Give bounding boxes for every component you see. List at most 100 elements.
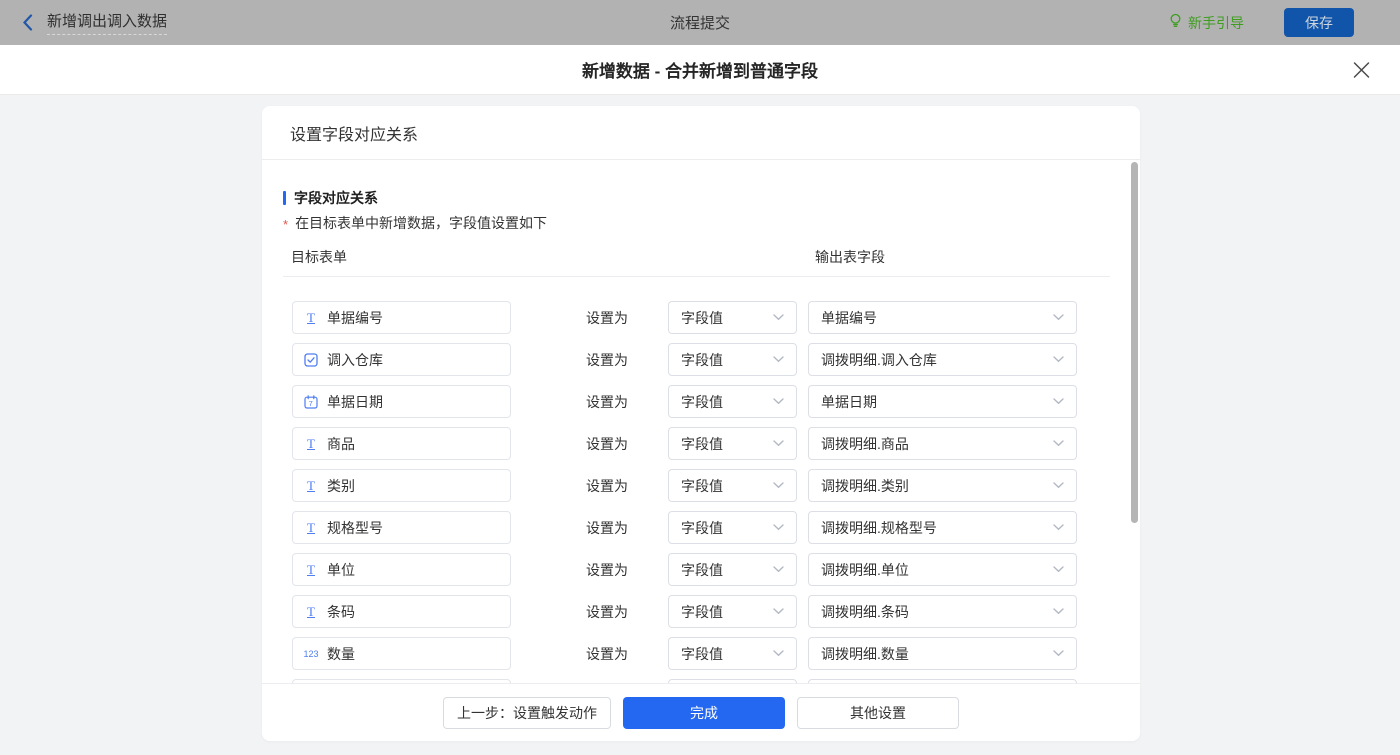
text-field-icon: T <box>303 478 319 494</box>
set-as-label: 设置为 <box>585 518 629 538</box>
section-title: 字段对应关系 <box>283 190 1140 206</box>
chevron-down-icon <box>773 650 784 657</box>
value-type-label: 字段值 <box>681 602 765 622</box>
chevron-down-icon <box>773 398 784 405</box>
value-type-label: 字段值 <box>681 476 765 496</box>
output-field-label: 调拨明细.条码 <box>821 602 1045 622</box>
value-type-select[interactable]: 字段值 <box>668 595 797 628</box>
field-mapping-row: T 7 123 商品 设置为 字段值 调拨明细.商品 <box>283 427 1140 460</box>
target-field-box[interactable]: T 7 123 单据编号 <box>292 301 511 334</box>
value-type-select[interactable]: 字段值 <box>668 343 797 376</box>
output-field-select[interactable]: 单据编号 <box>808 301 1077 334</box>
text-field-icon: T <box>303 520 319 536</box>
value-type-label: 字段值 <box>681 434 765 454</box>
header-divider <box>283 276 1110 277</box>
process-submit-label: 流程提交 <box>670 12 730 33</box>
close-icon[interactable] <box>1353 61 1370 78</box>
select-field-icon <box>303 353 319 367</box>
back-chevron-icon <box>22 14 33 31</box>
target-field-label: 调入仓库 <box>327 350 383 370</box>
output-field-select[interactable]: 调拨明细.单位 <box>808 553 1077 586</box>
target-field-box[interactable]: T 7 123 条码 <box>292 595 511 628</box>
target-field-label: 条码 <box>327 602 355 622</box>
target-field-box[interactable]: T 7 123 数量 <box>292 637 511 670</box>
chevron-down-icon <box>773 608 784 615</box>
output-field-label: 调拨明细.单位 <box>821 560 1045 580</box>
output-field-label: 调拨明细.调入仓库 <box>821 350 1045 370</box>
previous-step-button[interactable]: 上一步：设置触发动作 <box>443 697 611 729</box>
field-mapping-panel: 设置字段对应关系 字段对应关系 * 在目标表单中新增数据，字段值设置如下 目标表… <box>262 106 1140 741</box>
chevron-down-icon <box>1053 482 1064 489</box>
done-button[interactable]: 完成 <box>623 697 785 729</box>
section-accent-bar <box>283 191 286 205</box>
output-field-label: 调拨明细.数量 <box>821 644 1045 664</box>
save-button[interactable]: 保存 <box>1284 8 1354 37</box>
modal-header: 新增数据 - 合并新增到普通字段 <box>0 45 1400 95</box>
output-field-select[interactable]: 调拨明细.调入仓库 <box>808 343 1077 376</box>
target-field-box[interactable]: T 7 123 商品 <box>292 427 511 460</box>
value-type-label: 字段值 <box>681 518 765 538</box>
output-field-label: 单据编号 <box>821 308 1045 328</box>
required-note: * 在目标表单中新增数据，字段值设置如下 <box>283 215 1140 231</box>
panel-footer: 上一步：设置触发动作 完成 其他设置 <box>262 683 1140 741</box>
value-type-select[interactable]: 字段值 <box>668 301 797 334</box>
text-field-icon: T <box>303 562 319 578</box>
vertical-scrollbar-thumb[interactable] <box>1131 162 1138 523</box>
note-text: 在目标表单中新增数据，字段值设置如下 <box>295 213 547 233</box>
value-type-select[interactable]: 字段值 <box>668 511 797 544</box>
number-field-icon: 123 <box>303 649 319 659</box>
target-field-box[interactable]: T 7 123 调入仓库 <box>292 343 511 376</box>
chevron-down-icon <box>1053 314 1064 321</box>
target-field-label: 单据编号 <box>327 308 383 328</box>
output-field-label: 调拨明细.商品 <box>821 434 1045 454</box>
chevron-down-icon <box>773 440 784 447</box>
set-as-label: 设置为 <box>585 434 629 454</box>
mapping-scroll-area: 字段对应关系 * 在目标表单中新增数据，字段值设置如下 目标表单 输出表字段 T… <box>262 160 1140 683</box>
set-as-label: 设置为 <box>585 350 629 370</box>
panel-header-title: 设置字段对应关系 <box>262 106 1140 160</box>
value-type-select[interactable]: 字段值 <box>668 637 797 670</box>
output-field-select[interactable]: 调拨明细.类别 <box>808 469 1077 502</box>
chevron-down-icon <box>1053 650 1064 657</box>
target-field-box[interactable]: T 7 123 规格型号 <box>292 511 511 544</box>
text-field-icon: T <box>303 310 319 326</box>
other-settings-button[interactable]: 其他设置 <box>797 697 959 729</box>
target-field-box[interactable]: T 7 123 单位 <box>292 553 511 586</box>
value-type-select[interactable]: 字段值 <box>668 553 797 586</box>
output-field-label: 调拨明细.规格型号 <box>821 518 1045 538</box>
target-field-box[interactable]: T 7 123 单据日期 <box>292 385 511 418</box>
beginner-guide-button[interactable]: 新手引导 <box>1169 13 1244 33</box>
modal-title: 新增数据 - 合并新增到普通字段 <box>582 57 818 82</box>
value-type-select[interactable]: 字段值 <box>668 427 797 460</box>
field-mapping-row: T 7 123 单位 设置为 字段值 调拨明细.单位 <box>283 553 1140 586</box>
value-type-label: 字段值 <box>681 644 765 664</box>
back-button[interactable]: 新增调出调入数据 <box>22 10 167 35</box>
chevron-down-icon <box>1053 524 1064 531</box>
flow-title[interactable]: 新增调出调入数据 <box>47 10 167 35</box>
output-field-select[interactable]: 调拨明细.商品 <box>808 427 1077 460</box>
chevron-down-icon <box>1053 440 1064 447</box>
field-mapping-row: T 7 123 单据日期 设置为 字段值 单据日期 <box>283 385 1140 418</box>
output-field-select[interactable]: 单据日期 <box>808 385 1077 418</box>
text-field-icon: T <box>303 436 319 452</box>
output-field-select[interactable]: 调拨明细.数量 <box>808 637 1077 670</box>
output-field-select[interactable]: 调拨明细.规格型号 <box>808 511 1077 544</box>
set-as-label: 设置为 <box>585 602 629 622</box>
chevron-down-icon <box>773 356 784 363</box>
svg-text:7: 7 <box>309 399 313 408</box>
value-type-label: 字段值 <box>681 560 765 580</box>
field-mapping-rows: T 7 123 单据编号 设置为 字段值 单据编号 T <box>283 301 1140 683</box>
value-type-select[interactable]: 字段值 <box>668 469 797 502</box>
target-field-box[interactable]: T 7 123 类别 <box>292 469 511 502</box>
chevron-down-icon <box>1053 356 1064 363</box>
target-field-label: 商品 <box>327 434 355 454</box>
chevron-down-icon <box>773 314 784 321</box>
value-type-label: 字段值 <box>681 350 765 370</box>
column-header-output-fields: 输出表字段 <box>815 247 885 267</box>
set-as-label: 设置为 <box>585 308 629 328</box>
value-type-select[interactable]: 字段值 <box>668 385 797 418</box>
target-field-label: 数量 <box>327 644 355 664</box>
target-field-label: 规格型号 <box>327 518 383 538</box>
output-field-select[interactable]: 调拨明细.条码 <box>808 595 1077 628</box>
date-field-icon: 7 <box>303 395 319 409</box>
